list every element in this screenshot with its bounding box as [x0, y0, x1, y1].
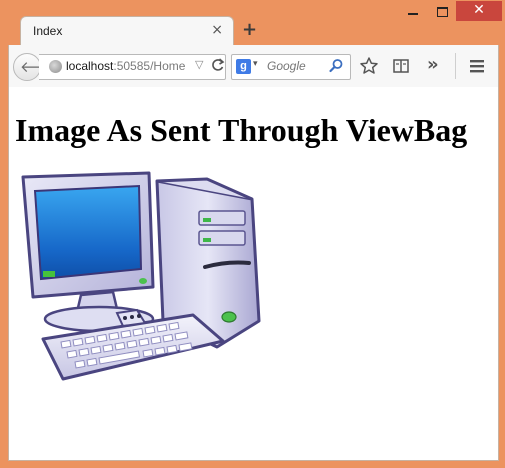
menu-icon[interactable]	[467, 56, 489, 78]
address-bar[interactable]: localhost:50585/Home ▽	[39, 54, 226, 80]
toolbar-divider	[455, 53, 456, 79]
history-dropdown-icon[interactable]: ▽	[195, 58, 203, 71]
back-button[interactable]: 🡐	[13, 53, 60, 81]
url-host: localhost	[66, 59, 114, 73]
search-bar[interactable]: g ▾ Google	[231, 54, 351, 80]
url-path: :50585/Home	[113, 59, 186, 73]
page-content: Image As Sent Through ViewBag	[8, 87, 499, 461]
reload-icon[interactable]	[211, 57, 225, 77]
google-engine-icon[interactable]: g	[236, 59, 251, 74]
search-placeholder: Google	[267, 59, 306, 73]
tab-close-icon[interactable]: ×	[211, 22, 223, 38]
tab-index[interactable]: Index ×	[20, 16, 234, 47]
close-window-button[interactable]: ✕	[456, 1, 502, 21]
tab-title: Index	[33, 24, 63, 38]
desktop-computer-icon	[17, 171, 277, 415]
title-bar: Index × + ✕	[0, 0, 505, 47]
page-title: Image As Sent Through ViewBag	[15, 112, 468, 148]
browser-window: Index × + ✕ 🡐 localhost:50585/Home ▽ g ▾…	[0, 0, 505, 468]
search-icon[interactable]	[328, 58, 344, 74]
close-icon: ✕	[473, 2, 485, 18]
engine-dropdown-icon[interactable]: ▾	[253, 59, 258, 69]
minimize-button[interactable]	[399, 2, 427, 22]
globe-icon	[49, 60, 62, 73]
navigation-toolbar: 🡐 localhost:50585/Home ▽ g ▾ Google »	[8, 45, 499, 87]
maximize-button[interactable]	[428, 2, 456, 22]
url-text: localhost:50585/Home	[66, 59, 185, 73]
toolbar-overflow-icon[interactable]: »	[427, 54, 449, 76]
new-tab-button[interactable]: +	[242, 19, 257, 40]
reading-list-icon[interactable]	[391, 56, 413, 78]
bookmark-star-icon[interactable]	[359, 56, 381, 78]
